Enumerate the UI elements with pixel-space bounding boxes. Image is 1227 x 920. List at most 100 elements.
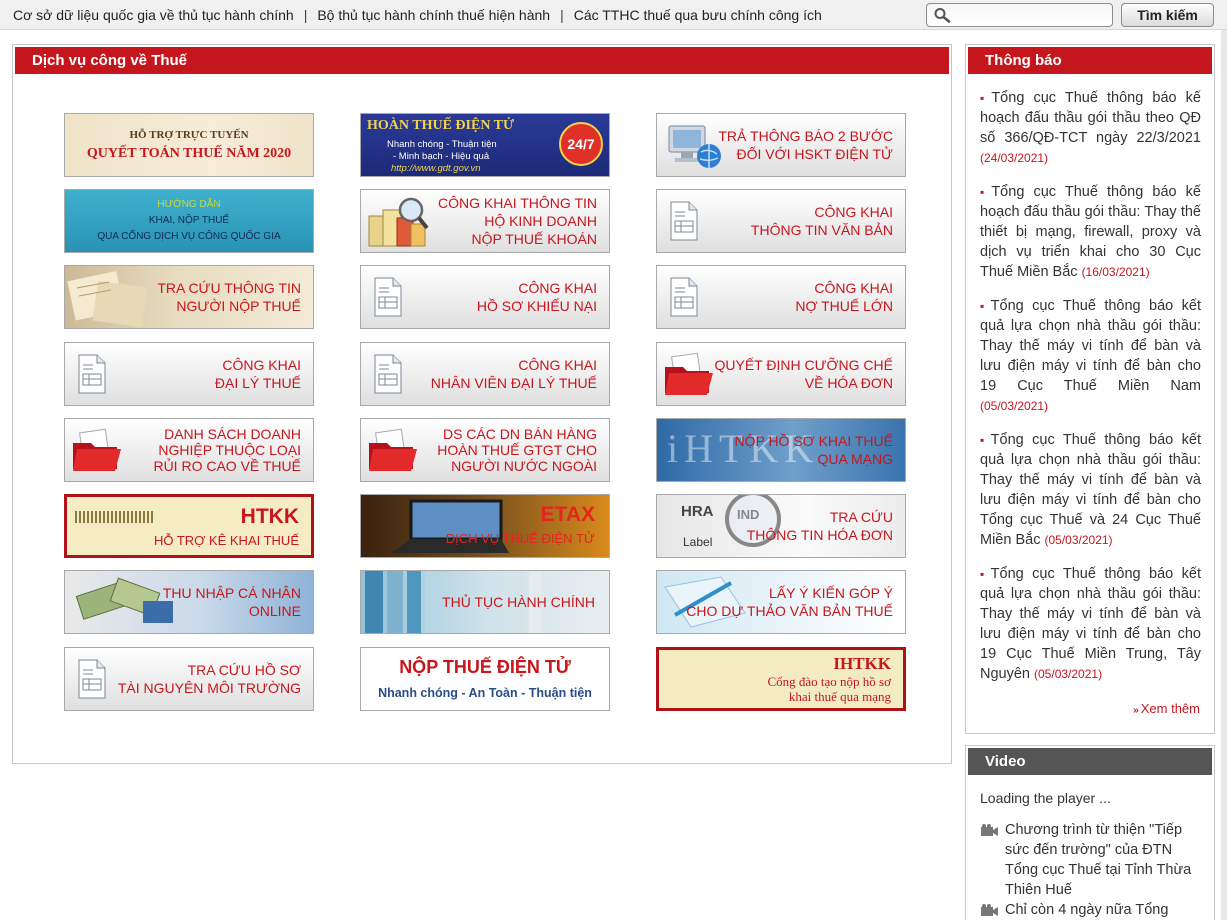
tile-tncn-online[interactable]: THU NHẬP CÁ NHÂN ONLINE (64, 570, 314, 634)
tile-text: TRA CỨU THÔNG TIN NGƯỜI NỘP THUẾ (157, 266, 301, 328)
video-item[interactable]: Chương trình từ thiện "Tiếp sức đến trườ… (980, 820, 1205, 900)
tile-line: CHO DỰ THẢO VĂN BẢN THUẾ (686, 603, 893, 619)
notice-list: ▪ Tổng cục Thuế thông báo kế hoạch đấu th… (980, 88, 1201, 698)
search-box (926, 3, 1113, 27)
page-scrollbar-track[interactable] (1221, 30, 1227, 920)
nav-separator: | (303, 7, 308, 23)
tile-line: NỘP THUẾ ĐIỆN TỬ (399, 657, 571, 677)
video-camera-icon (981, 904, 998, 916)
see-more-link[interactable]: » Xem thêm (1133, 701, 1200, 716)
tile-text: QUYẾT ĐỊNH CƯỠNG CHẾ VỀ HÓA ĐƠN (715, 343, 894, 405)
tile-line: QUA CỔNG DỊCH VỤ CÔNG QUỐC GIA (97, 231, 281, 242)
tile-tra-thong-bao-2-buoc[interactable]: TRẢ THÔNG BÁO 2 BƯỚC ĐỐI VỚI HSKT ĐIỆN T… (656, 113, 906, 177)
tile-line: NHÂN VIÊN ĐẠI LÝ THUẾ (430, 375, 597, 391)
tile-line: NGHIỆP THUỘC LOẠI (158, 442, 301, 458)
tile-line: VỀ HÓA ĐƠN (804, 375, 893, 391)
video-panel-title: Video (968, 748, 1212, 775)
tile-line: NỘP HỒ SƠ KHAI THUẾ (734, 433, 893, 449)
tile-line: HỘ KINH DOANH (484, 213, 597, 229)
top-nav-links: Cơ sở dữ liệu quốc gia về thủ tục hành c… (13, 7, 822, 23)
badge-24-7: 24/7 (559, 122, 603, 166)
notice-date: (05/03/2021) (1034, 667, 1103, 681)
tile-line: ONLINE (248, 603, 301, 619)
tile-line: HOÀN THUẾ GTGT CHO (437, 442, 597, 458)
notice-date: (16/03/2021) (1081, 265, 1150, 279)
notice-text[interactable]: Tổng cục Thuế thông báo kết quả lựa chọn… (980, 432, 1201, 548)
notice-text[interactable]: Tổng cục Thuế thông báo kế hoạch đấu thầ… (980, 90, 1201, 146)
tile-line: HƯỚNG DẪN (157, 199, 221, 210)
tile-ihtkk-nop-ho-so[interactable]: iHTKK NỘP HỒ SƠ KHAI THUẾ QUA MẠNG (656, 418, 906, 482)
video-list: Chương trình từ thiện "Tiếp sức đến trườ… (980, 820, 1205, 920)
tile-huong-dan-khai-nop[interactable]: HƯỚNG DẪN KHAI, NỘP THUẾ QUA CỔNG DỊCH V… (64, 189, 314, 253)
tile-htkk[interactable]: HTKK HỖ TRỢ KÊ KHAI THUẾ (64, 494, 314, 558)
tile-line: ĐẠI LÝ THUẾ (214, 375, 301, 391)
video-title[interactable]: Chương trình từ thiện "Tiếp sức đến trườ… (1005, 822, 1191, 898)
tile-hoan-thue-dien-tu[interactable]: HOÀN THUẾ ĐIỆN TỬ Nhanh chóng - Thuận ti… (360, 113, 610, 177)
nav-link-bo-thu-tuc[interactable]: Bộ thủ tục hành chính thuế hiện hành (317, 7, 550, 23)
tile-line: HỖ TRỢ KÊ KHAI THUẾ (153, 533, 299, 548)
tile-line: TÀI NGUYÊN MÔI TRƯỜNG (117, 680, 301, 696)
tile-tai-nguyen-moi-truong[interactable]: TRA CỨU HỒ SƠ TÀI NGUYÊN MÔI TRƯỜNG (64, 647, 314, 711)
search-button[interactable]: Tìm kiếm (1121, 3, 1214, 27)
top-navigation-bar: Cơ sở dữ liệu quốc gia về thủ tục hành c… (0, 0, 1227, 30)
tile-lay-y-kien[interactable]: LẤY Ý KIẾN GÓP Ý CHO DỰ THẢO VĂN BẢN THU… (656, 570, 906, 634)
tile-line: ĐỐI VỚI HSKT ĐIỆN TỬ (736, 146, 893, 162)
document-icon (670, 201, 698, 241)
tile-line: LẤY Ý KIẾN GÓP Ý (769, 585, 893, 601)
tile-line: CÔNG KHAI (814, 280, 893, 296)
tile-quyet-toan-2020[interactable]: HỖ TRỢ TRỰC TUYẾN QUYẾT TOÁN THUẾ NĂM 20… (64, 113, 314, 177)
notice-text[interactable]: Tổng cục Thuế thông báo kết quả lựa chọn… (980, 566, 1201, 682)
tile-line: CÔNG KHAI (518, 280, 597, 296)
notice-item[interactable]: ▪ Tổng cục Thuế thông báo kế hoạch đấu th… (980, 88, 1201, 168)
tile-dn-rui-ro-cao[interactable]: DANH SÁCH DOANH NGHIỆP THUỘC LOẠI RỦI RO… (64, 418, 314, 482)
tile-line: TRẢ THÔNG BÁO 2 BƯỚC (718, 128, 893, 144)
tile-dai-ly-thue[interactable]: CÔNG KHAI ĐẠI LÝ THUẾ (64, 342, 314, 406)
document-icon (374, 354, 402, 394)
bullet-icon: ▪ (980, 185, 990, 199)
nav-link-tthc-database[interactable]: Cơ sở dữ liệu quốc gia về thủ tục hành c… (13, 7, 294, 23)
tile-text: TRA CỨU HỒ SƠ TÀI NGUYÊN MÔI TRƯỜNG (118, 648, 301, 710)
tile-text: TRA CỨU THÔNG TIN HÓA ĐƠN (747, 495, 893, 557)
nav-separator: | (560, 7, 564, 23)
tile-tra-cuu-nnt[interactable]: TRA CỨU THÔNG TIN NGƯỜI NỘP THUẾ (64, 265, 314, 329)
notice-item[interactable]: ▪ Tổng cục Thuế thông báo kết quả lựa chọ… (980, 564, 1201, 684)
tile-tra-cuu-hoa-don[interactable]: HRA IND Label TRA CỨU THÔNG TIN HÓA ĐƠN (656, 494, 906, 558)
tile-ihtkk-dao-tao[interactable]: IHTKK Cổng đào tạo nộp hồ sơ khai thuế q… (656, 647, 906, 711)
tile-line: HTKK (240, 505, 299, 528)
tile-ho-so-khieu-nai[interactable]: CÔNG KHAI HỒ SƠ KHIẾU NẠI (360, 265, 610, 329)
video-item[interactable]: Chỉ còn 4 ngày nữa Tổng (980, 900, 1205, 920)
bullet-icon: ▪ (980, 567, 989, 581)
tile-etax[interactable]: ETAX DỊCH VỤ THUẾ ĐIỆN TỬ (360, 494, 610, 558)
tile-text: TRẢ THÔNG BÁO 2 BƯỚC ĐỐI VỚI HSKT ĐIỆN T… (718, 114, 893, 176)
tile-nhan-vien-dai-ly[interactable]: CÔNG KHAI NHÂN VIÊN ĐẠI LÝ THUẾ (360, 342, 610, 406)
search-input[interactable] (953, 6, 1108, 24)
tile-no-thue-lon[interactable]: CÔNG KHAI NỢ THUẾ LỚN (656, 265, 906, 329)
notice-text[interactable]: Tổng cục Thuế thông báo kết quả lựa chọn… (980, 298, 1201, 394)
documents-magnifier-icon (368, 197, 429, 247)
tile-cong-khai-van-ban[interactable]: CÔNG KHAI THÔNG TIN VĂN BẢN (656, 189, 906, 253)
tile-cong-khai-hkd[interactable]: CÔNG KHAI THÔNG TIN HỘ KINH DOANH NỘP TH… (360, 189, 610, 253)
nav-link-buu-chinh[interactable]: Các TTHC thuế qua bưu chính công ích (574, 7, 822, 23)
video-title[interactable]: Chỉ còn 4 ngày nữa Tổng (1005, 902, 1168, 918)
tile-line: NGƯỜI NƯỚC NGOÀI (451, 458, 597, 474)
tile-line: TRA CỨU (829, 509, 893, 525)
bullet-icon: ▪ (980, 91, 990, 105)
tile-cuong-che-hoa-don[interactable]: QUYẾT ĐỊNH CƯỠNG CHẾ VỀ HÓA ĐƠN (656, 342, 906, 406)
tile-hoan-thue-gtgt[interactable]: DS CÁC DN BÁN HÀNG HOÀN THUẾ GTGT CHO NG… (360, 418, 610, 482)
document-icon (374, 277, 402, 317)
tile-line: ETAX (540, 503, 595, 526)
tile-line: TRA CỨU THÔNG TIN (157, 280, 301, 296)
notice-item[interactable]: ▪ Tổng cục Thuế thông báo kết quả lựa chọ… (980, 296, 1201, 416)
tile-nop-thue-dien-tu[interactable]: NỘP THUẾ ĐIỆN TỬ Nhanh chóng - An Toàn -… (360, 647, 610, 711)
notice-panel: Thông báo ▪ Tổng cục Thuế thông báo kế ho… (965, 44, 1215, 734)
tile-line: QUYẾT TOÁN THUẾ NĂM 2020 (86, 146, 292, 161)
tile-line: DS CÁC DN BÁN HÀNG (442, 426, 597, 442)
red-folder-icon (369, 428, 417, 471)
video-camera-icon (981, 824, 998, 836)
notice-item[interactable]: ▪ Tổng cục Thuế thông báo kết quả lựa chọ… (980, 430, 1201, 550)
laptop-photo-icon (391, 499, 509, 553)
barcode-decoration (75, 511, 155, 523)
notice-item[interactable]: ▪ Tổng cục Thuế thông báo kế hoạch đấu th… (980, 182, 1201, 282)
tile-text: CÔNG KHAI HỒ SƠ KHIẾU NẠI (477, 266, 597, 328)
tile-thu-tuc-hanh-chinh[interactable]: THỦ TỤC HÀNH CHÍNH (360, 570, 610, 634)
